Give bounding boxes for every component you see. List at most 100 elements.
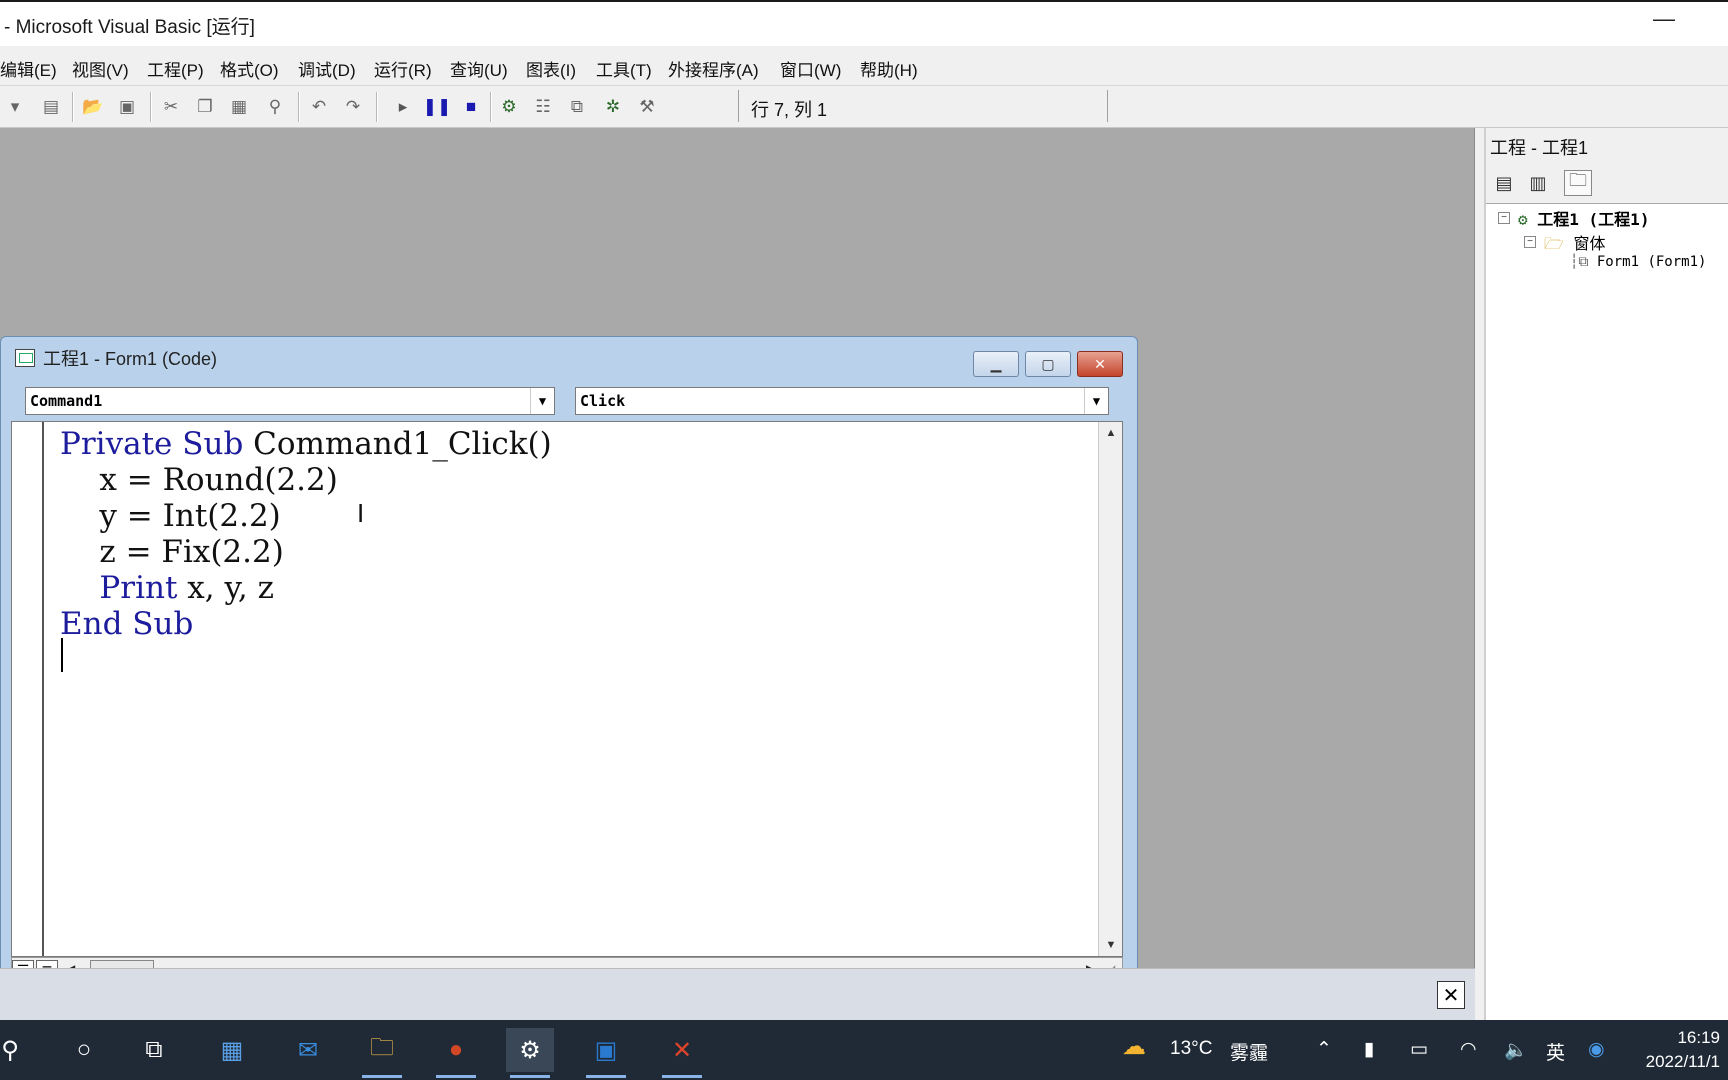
tree-node-project[interactable]: ⚙ 工程1 (工程1) bbox=[1518, 206, 1649, 230]
title-bar: - Microsoft Visual Basic [运行] — bbox=[0, 0, 1728, 46]
code-line: z = Fix(2.2) bbox=[60, 534, 552, 570]
menu-edit[interactable]: 编辑(E) bbox=[0, 56, 57, 81]
redo-icon[interactable]: ↷ bbox=[340, 94, 366, 120]
taskbar: ⚲ ○ ⧉ ▦ ✉ 🗀 ● ⚙ ▣ ✕ ☁ 13°C 雾霾 ⌃ ▮ ▭ ◠ 🔈 … bbox=[0, 1020, 1728, 1080]
code-keyword: End Sub bbox=[60, 606, 194, 642]
menu-tools[interactable]: 工具(T) bbox=[596, 56, 652, 81]
view-code-icon[interactable]: ▤ bbox=[1490, 170, 1518, 196]
paste-icon[interactable]: ▦ bbox=[226, 94, 252, 120]
wifi-icon[interactable]: ◠ bbox=[1460, 1038, 1477, 1061]
xmind-icon[interactable]: ✕ bbox=[658, 1028, 706, 1078]
end-icon[interactable]: ■ bbox=[458, 94, 484, 120]
ime-indicator[interactable]: 英 bbox=[1546, 1038, 1565, 1065]
menu-window[interactable]: 窗口(W) bbox=[780, 56, 841, 81]
menu-addins[interactable]: 外接程序(A) bbox=[668, 56, 759, 81]
text-caret bbox=[61, 638, 63, 672]
toolbar-separator bbox=[150, 92, 152, 122]
code-window: 工程1 - Form1 (Code) ▁ ▢ ✕ Command1 ▼ Clic… bbox=[0, 336, 1138, 990]
menu-editor-icon[interactable]: ▤ bbox=[38, 94, 64, 120]
menu-bar: 编辑(E) 视图(V) 工程(P) 格式(O) 调试(D) 运行(R) 查询(U… bbox=[0, 46, 1728, 86]
add-item-icon[interactable]: ▾ bbox=[2, 94, 28, 120]
toggle-folders-icon[interactable]: 🗀 bbox=[1564, 170, 1592, 196]
undo-icon[interactable]: ↶ bbox=[306, 94, 332, 120]
minimize-button[interactable]: — bbox=[1644, 6, 1684, 32]
tree-node-form1[interactable]: ┆⧉ Form1 (Form1) bbox=[1570, 254, 1706, 270]
copy-icon[interactable]: ❐ bbox=[192, 94, 218, 120]
code-maximize-button[interactable]: ▢ bbox=[1025, 351, 1071, 377]
menu-project[interactable]: 工程(P) bbox=[147, 56, 204, 81]
menu-query[interactable]: 查询(U) bbox=[450, 56, 508, 81]
code-text[interactable]: Private Sub Command1_Click() x = Round(2… bbox=[60, 426, 552, 642]
margin-indicator-bar[interactable] bbox=[12, 422, 44, 956]
store-icon[interactable]: ▦ bbox=[208, 1028, 256, 1072]
code-window-titlebar: 工程1 - Form1 (Code) bbox=[15, 345, 217, 371]
menu-diagram[interactable]: 图表(I) bbox=[526, 56, 576, 81]
clock-time: 16:19 bbox=[1677, 1028, 1720, 1047]
menu-view[interactable]: 视图(V) bbox=[72, 56, 129, 81]
ime-logo-icon[interactable]: ◉ bbox=[1588, 1038, 1605, 1061]
chevron-up-icon[interactable]: ⌃ bbox=[1316, 1038, 1332, 1061]
scroll-down-icon[interactable]: ▼ bbox=[1099, 934, 1123, 956]
battery-icon[interactable]: ▭ bbox=[1410, 1038, 1428, 1061]
mdi-area: 工程1 - Form1 (Code) ▁ ▢ ✕ Command1 ▼ Clic… bbox=[0, 128, 1475, 990]
code-keyword: Private Sub bbox=[60, 426, 244, 462]
weather-icon[interactable]: ☁ bbox=[1122, 1032, 1146, 1061]
chevron-down-icon[interactable]: ▼ bbox=[530, 388, 554, 414]
save-project-icon[interactable]: ▣ bbox=[114, 94, 140, 120]
folder-node-label: 窗体 bbox=[1573, 234, 1606, 253]
clock-date: 2022/11/1 bbox=[1645, 1052, 1720, 1071]
volume-icon[interactable]: 🔈 bbox=[1504, 1038, 1528, 1062]
procedure-combo[interactable]: Click ▼ bbox=[575, 387, 1109, 415]
collapse-icon[interactable]: − bbox=[1498, 212, 1510, 224]
mail-icon[interactable]: ✉ bbox=[284, 1028, 332, 1072]
code-minimize-button[interactable]: ▁ bbox=[973, 351, 1019, 377]
weather-temp[interactable]: 13°C bbox=[1170, 1038, 1212, 1060]
vertical-scrollbar[interactable]: ▲ ▼ bbox=[1098, 422, 1122, 956]
visual-basic-icon[interactable]: ⚙ bbox=[506, 1028, 554, 1078]
close-icon[interactable]: ✕ bbox=[1437, 981, 1465, 1009]
immediate-window-strip: ✕ bbox=[0, 968, 1475, 1020]
find-icon[interactable]: ⚲ bbox=[262, 94, 288, 120]
menu-help[interactable]: 帮助(H) bbox=[860, 56, 918, 81]
code-line: Private Sub Command1_Click() bbox=[60, 426, 552, 462]
break-icon[interactable]: ❚❚ bbox=[423, 94, 452, 120]
properties-window-icon[interactable]: ☷ bbox=[530, 94, 556, 120]
object-browser-icon[interactable]: ✲ bbox=[600, 94, 626, 120]
code-line: y = Int(2.2) bbox=[60, 498, 552, 534]
toolbar-separator bbox=[376, 92, 378, 122]
task-view-icon[interactable]: ⧉ bbox=[130, 1028, 178, 1072]
code-editor[interactable]: Private Sub Command1_Click() x = Round(2… bbox=[11, 421, 1123, 957]
menu-run[interactable]: 运行(R) bbox=[374, 56, 432, 81]
chevron-down-icon[interactable]: ▼ bbox=[1084, 388, 1108, 414]
powerpoint-icon[interactable]: ● bbox=[432, 1028, 480, 1078]
window-title: - Microsoft Visual Basic [运行] bbox=[4, 17, 255, 38]
object-combo[interactable]: Command1 ▼ bbox=[25, 387, 555, 415]
code-text-segment: z = Fix(2.2) bbox=[60, 534, 284, 570]
code-text-segment: x = Round(2.2) bbox=[60, 462, 338, 498]
project-node-label: 工程1 (工程1) bbox=[1537, 210, 1650, 229]
microphone-icon[interactable]: ▮ bbox=[1364, 1038, 1374, 1061]
cut-icon[interactable]: ✂ bbox=[158, 94, 184, 120]
object-combo-value: Command1 bbox=[30, 392, 103, 410]
code-window-title: 工程1 - Form1 (Code) bbox=[43, 349, 218, 369]
open-project-icon[interactable]: 📂 bbox=[80, 94, 106, 120]
collapse-icon[interactable]: − bbox=[1524, 236, 1536, 248]
weather-desc[interactable]: 雾霾 bbox=[1230, 1038, 1268, 1065]
cursor-position: 行 7, 列 1 bbox=[738, 90, 1108, 122]
code-text-segment: x, y, z bbox=[177, 570, 274, 606]
search-icon[interactable]: ⚲ bbox=[0, 1028, 34, 1072]
menu-debug[interactable]: 调试(D) bbox=[298, 56, 356, 81]
scroll-up-icon[interactable]: ▲ bbox=[1099, 422, 1123, 444]
code-close-button[interactable]: ✕ bbox=[1077, 351, 1123, 377]
form-layout-icon[interactable]: ⧉ bbox=[564, 94, 590, 120]
file-explorer-icon[interactable]: 🗀 bbox=[358, 1028, 406, 1078]
toolbox-icon[interactable]: ⚒ bbox=[634, 94, 660, 120]
project-explorer-icon[interactable]: ⚙ bbox=[496, 94, 522, 120]
menu-format[interactable]: 格式(O) bbox=[220, 56, 279, 81]
clock[interactable]: 16:19 2022/11/1 bbox=[1646, 1026, 1720, 1074]
video-meeting-icon[interactable]: ▣ bbox=[582, 1028, 630, 1078]
cortana-icon[interactable]: ○ bbox=[60, 1028, 108, 1072]
project-node-icon: ⚙ bbox=[1518, 210, 1528, 229]
view-object-icon[interactable]: ▥ bbox=[1524, 170, 1552, 196]
start-icon[interactable]: ▸ bbox=[390, 94, 416, 120]
